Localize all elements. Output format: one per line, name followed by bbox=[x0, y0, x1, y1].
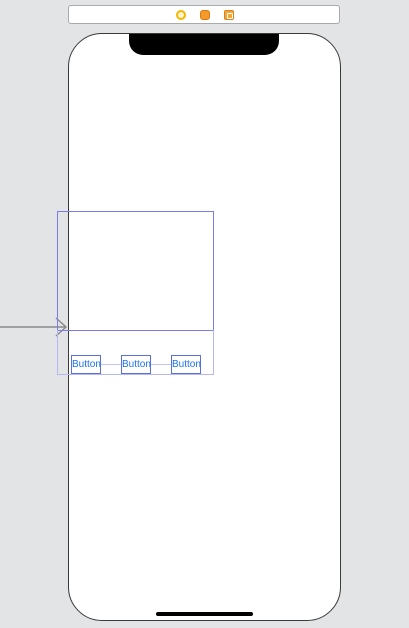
exit-icon[interactable] bbox=[224, 10, 234, 20]
device-notch bbox=[129, 34, 279, 55]
home-indicator bbox=[156, 612, 253, 616]
image-view[interactable] bbox=[57, 211, 214, 331]
scene-dock bbox=[68, 5, 340, 24]
view-controller-icon[interactable] bbox=[176, 10, 186, 20]
button-2[interactable]: Button bbox=[121, 355, 151, 374]
first-responder-icon[interactable] bbox=[200, 10, 210, 20]
button-1[interactable]: Button bbox=[71, 355, 101, 374]
stack-spacer bbox=[151, 364, 171, 365]
button-3[interactable]: Button bbox=[171, 355, 201, 374]
stack-spacer bbox=[101, 364, 121, 365]
